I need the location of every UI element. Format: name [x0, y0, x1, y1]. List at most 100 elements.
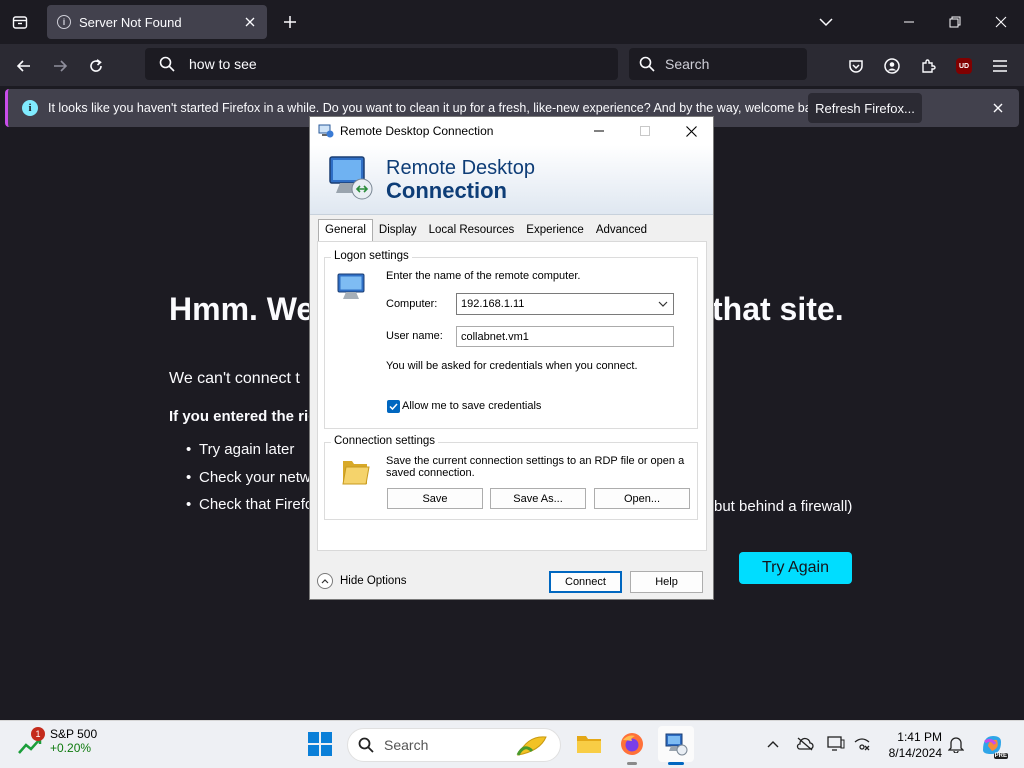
rdp-app-icon	[318, 124, 334, 138]
error-suggestion-list: Try again later Check your netwo Check t…	[186, 441, 319, 524]
tabs-list-icon	[12, 16, 28, 29]
computer-label: Computer:	[386, 298, 438, 310]
notification-close-button[interactable]	[989, 99, 1007, 117]
dialog-titlebar[interactable]: Remote Desktop Connection	[310, 117, 713, 145]
copilot-button[interactable]: PRE	[978, 731, 1008, 759]
clock-time: 1:41 PM	[897, 730, 942, 744]
connect-button[interactable]: Connect	[549, 571, 622, 593]
logon-settings-group: Logon settings Enter the name of the rem…	[324, 250, 698, 429]
monitor-icon	[827, 736, 845, 751]
tab-close-button[interactable]	[241, 13, 259, 31]
tab-experience[interactable]: Experience	[520, 221, 590, 241]
forward-button[interactable]	[46, 52, 74, 80]
account-button[interactable]	[878, 52, 906, 80]
search-icon	[639, 56, 655, 72]
notifications-button[interactable]	[945, 733, 967, 755]
firefox-icon	[621, 733, 643, 755]
back-button[interactable]	[10, 52, 38, 80]
list-item: Check your netwo	[186, 469, 319, 497]
username-field[interactable]: collabnet.vm1	[456, 326, 674, 347]
app-menu-button[interactable]	[986, 52, 1014, 80]
url-bar[interactable]: how to see	[145, 48, 618, 80]
taskbar-search[interactable]: Search	[347, 728, 561, 762]
list-item: Check that Firefo	[186, 496, 319, 524]
account-icon	[884, 58, 900, 74]
onedrive-offline-icon[interactable]	[794, 733, 816, 755]
info-icon: i	[57, 15, 71, 29]
tab-general[interactable]: General	[318, 219, 373, 241]
file-explorer-button[interactable]	[571, 726, 607, 762]
hide-options-label: Hide Options	[340, 575, 407, 587]
tab-server-not-found[interactable]: i Server Not Found	[47, 5, 267, 39]
search-icon	[159, 56, 175, 72]
new-tab-button[interactable]	[279, 11, 301, 33]
running-indicator	[627, 762, 637, 765]
error-suggestion-heading: If you entered the rig	[169, 408, 318, 425]
username-value: collabnet.vm1	[461, 330, 529, 343]
hide-options-button[interactable]: Hide Options	[317, 573, 406, 589]
allow-save-credentials-checkbox[interactable]	[387, 400, 400, 413]
error-bullet-tail: but behind a firewall)	[714, 498, 853, 515]
connection-settings-group: Connection settings Save the current con…	[324, 435, 698, 520]
computer-combobox[interactable]: 192.168.1.11	[456, 293, 674, 315]
save-as-button[interactable]: Save As...	[490, 488, 586, 509]
list-all-tabs-button[interactable]	[8, 10, 32, 34]
display-icon[interactable]	[825, 733, 847, 755]
restore-button[interactable]	[941, 8, 969, 36]
folder-icon	[342, 461, 370, 485]
computer-icon	[337, 273, 365, 299]
tab-advanced[interactable]: Advanced	[590, 221, 653, 241]
dialog-minimize-button[interactable]	[576, 117, 622, 145]
try-again-button[interactable]: Try Again	[739, 552, 852, 584]
plus-icon	[284, 16, 296, 28]
close-icon	[685, 125, 697, 137]
folder-icon	[577, 736, 601, 753]
system-clock[interactable]: 1:41 PM 8/14/2024	[878, 729, 942, 761]
firefox-button[interactable]	[614, 726, 650, 765]
search-bar[interactable]: Search	[629, 48, 807, 80]
close-window-button[interactable]	[987, 8, 1015, 36]
search-placeholder: Search	[665, 56, 710, 72]
tab-title: Server Not Found	[79, 14, 182, 30]
dialog-tabs: General Display Local Resources Experien…	[318, 219, 653, 241]
ublock-button[interactable]: UD	[950, 52, 978, 80]
logon-instruction: Enter the name of the remote computer.	[386, 270, 581, 282]
pocket-button[interactable]	[842, 52, 870, 80]
error-description: We can't connect t	[169, 370, 300, 387]
tab-local-resources[interactable]: Local Resources	[423, 221, 521, 241]
reload-button[interactable]	[82, 52, 110, 80]
dialog-title: Remote Desktop Connection	[340, 124, 494, 138]
help-button[interactable]: Help	[630, 571, 703, 593]
close-icon	[993, 103, 1003, 113]
widget-name: S&P 500	[50, 727, 98, 741]
checkmark-icon	[389, 403, 398, 411]
save-button[interactable]: Save	[387, 488, 483, 509]
network-disconnected-icon	[854, 738, 870, 751]
logon-settings-label: Logon settings	[331, 250, 412, 262]
tab-display[interactable]: Display	[373, 221, 423, 241]
banner-title-line1: Remote Desktop	[386, 157, 535, 179]
active-indicator	[668, 762, 684, 765]
connection-settings-label: Connection settings	[331, 435, 439, 447]
stock-widget[interactable]: 1 S&P 500 +0.20%	[18, 727, 97, 755]
ublock-icon: UD	[956, 58, 972, 74]
tab-bar: i Server Not Found	[0, 0, 1024, 44]
extensions-button[interactable]	[914, 52, 942, 80]
taskbar: 1 S&P 500 +0.20% Search 1:41 PM 8/14/202…	[0, 720, 1024, 768]
tab-overflow-button[interactable]	[812, 8, 840, 36]
minimize-icon	[904, 21, 914, 23]
remote-desktop-taskbar-button[interactable]	[658, 726, 694, 765]
close-icon	[995, 16, 1007, 28]
show-hidden-icons-button[interactable]	[762, 733, 784, 755]
open-button[interactable]: Open...	[594, 488, 690, 509]
minimize-button[interactable]	[895, 8, 923, 36]
dialog-close-button[interactable]	[668, 117, 714, 145]
refresh-firefox-button[interactable]: Refresh Firefox...	[808, 93, 922, 123]
username-label: User name:	[386, 330, 443, 342]
copilot-badge: PRE	[993, 753, 1008, 759]
error-title-right: that site.	[712, 291, 844, 327]
network-icon[interactable]	[851, 733, 873, 755]
allow-save-credentials-label[interactable]: Allow me to save credentials	[402, 400, 541, 412]
start-button[interactable]	[302, 726, 338, 762]
chevron-down-icon	[658, 301, 668, 307]
